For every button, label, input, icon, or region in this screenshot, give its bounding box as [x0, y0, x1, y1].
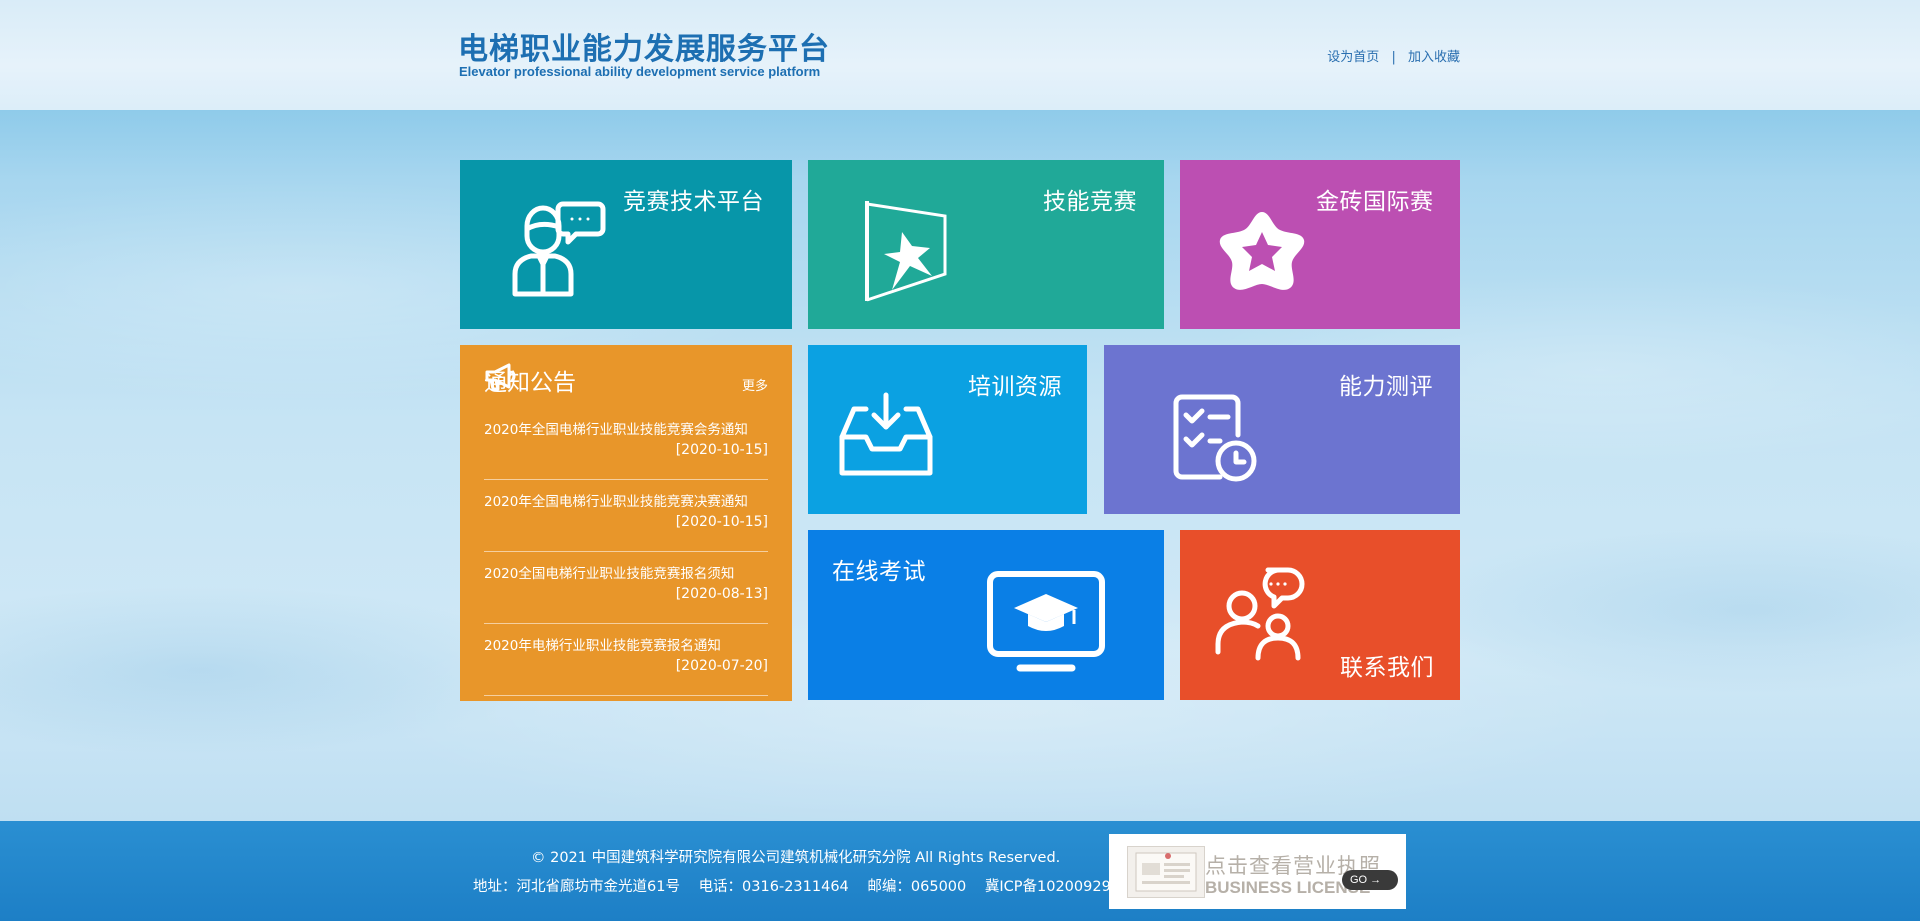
tile-skill-competition[interactable]: 技能竞赛: [808, 160, 1164, 329]
tile-online-exam-label: 在线考试: [832, 559, 926, 585]
header: 电梯职业能力发展服务平台 Elevator professional abili…: [0, 0, 1920, 110]
footer-contact-info: 地址：河北省廊坊市金光道61号 电话：0316-2311464 邮编：06500…: [473, 875, 1154, 896]
tile-contact-label: 联系我们: [1340, 655, 1434, 681]
footer-address: 地址：河北省廊坊市金光道61号: [473, 879, 680, 895]
add-favorite-link[interactable]: 加入收藏: [1408, 50, 1460, 65]
tile-contact[interactable]: 联系我们: [1180, 530, 1460, 700]
tile-skill-competition-label: 技能竞赛: [1043, 189, 1137, 215]
notice-item-title[interactable]: 2020年电梯行业职业技能竞赛报名通知: [484, 634, 721, 654]
license-thumbnail-icon: [1127, 846, 1205, 898]
monitor-graduation-icon: [987, 571, 1105, 672]
notice-item[interactable]: 2020全国电梯行业职业技能竞赛报名须知 [2020-08-13]: [484, 553, 768, 624]
notice-item[interactable]: 2020年全国电梯行业职业技能竞赛决赛通知 [2020-10-15]: [484, 481, 768, 552]
tile-assessment-label: 能力测评: [1339, 374, 1433, 400]
notice-item-title[interactable]: 2020年全国电梯行业职业技能竞赛会务通知: [484, 418, 748, 438]
site-title: 电梯职业能力发展服务平台: [458, 32, 830, 67]
flag-icon: [865, 201, 947, 302]
checklist-icon: [1173, 394, 1257, 482]
notice-item-date: [2020-07-20]: [675, 658, 768, 674]
inbox-download-icon: [839, 392, 933, 476]
tile-golden-brick[interactable]: 金砖国际赛: [1180, 160, 1460, 329]
notice-item-title[interactable]: 2020年全国电梯行业职业技能竞赛决赛通知: [484, 490, 748, 510]
notice-item-date: [2020-10-15]: [675, 514, 768, 530]
tile-assessment[interactable]: 能力测评: [1104, 345, 1460, 514]
notice-header: 通知公告: [484, 363, 576, 397]
header-separator: |: [1391, 50, 1396, 65]
footer-postcode: 邮编：065000: [867, 879, 967, 895]
footer-copyright: © 2021 中国建筑科学研究院有限公司建筑机械化研究分院 All Rights…: [531, 850, 1061, 866]
tile-training[interactable]: 培训资源: [808, 345, 1087, 514]
tile-training-label: 培训资源: [968, 374, 1062, 400]
notice-item-title[interactable]: 2020全国电梯行业职业技能竞赛报名须知: [484, 562, 734, 582]
notice-list: 2020年全国电梯行业职业技能竞赛会务通知 [2020-10-15] 2020年…: [484, 409, 768, 697]
business-license-banner[interactable]: 点击查看营业执照 BUSINESS LICENSE GO →: [1109, 834, 1406, 909]
header-links: 设为首页 | 加入收藏: [1327, 46, 1460, 65]
tile-online-exam[interactable]: 在线考试: [808, 530, 1164, 700]
star-icon: [1219, 212, 1305, 290]
tile-golden-brick-label: 金砖国际赛: [1316, 189, 1434, 215]
tile-tech-platform-label: 竞赛技术平台: [623, 189, 764, 215]
notice-item-date: [2020-10-15]: [675, 442, 768, 458]
customer-service-icon: [512, 201, 606, 297]
set-homepage-link[interactable]: 设为首页: [1327, 50, 1379, 65]
footer-phone: 电话：0316-2311464: [698, 879, 849, 895]
notice-panel: 通知公告 更多 2020年全国电梯行业职业技能竞赛会务通知 [2020-10-1…: [460, 345, 792, 701]
megaphone-icon: [485, 363, 516, 391]
notice-item[interactable]: 2020年电梯行业职业技能竞赛报名通知 [2020-07-20]: [484, 625, 768, 696]
footer: © 2021 中国建筑科学研究院有限公司建筑机械化研究分院 All Rights…: [0, 821, 1920, 921]
site-subtitle: Elevator professional ability developmen…: [459, 64, 821, 79]
notice-item[interactable]: 2020年全国电梯行业职业技能竞赛会务通知 [2020-10-15]: [484, 409, 768, 480]
notice-item-date: [2020-08-13]: [675, 586, 768, 602]
notice-more-link[interactable]: 更多: [742, 375, 768, 394]
tile-tech-platform[interactable]: 竞赛技术平台: [460, 160, 792, 329]
go-button[interactable]: GO →: [1342, 870, 1398, 890]
chat-users-icon: [1215, 567, 1305, 661]
